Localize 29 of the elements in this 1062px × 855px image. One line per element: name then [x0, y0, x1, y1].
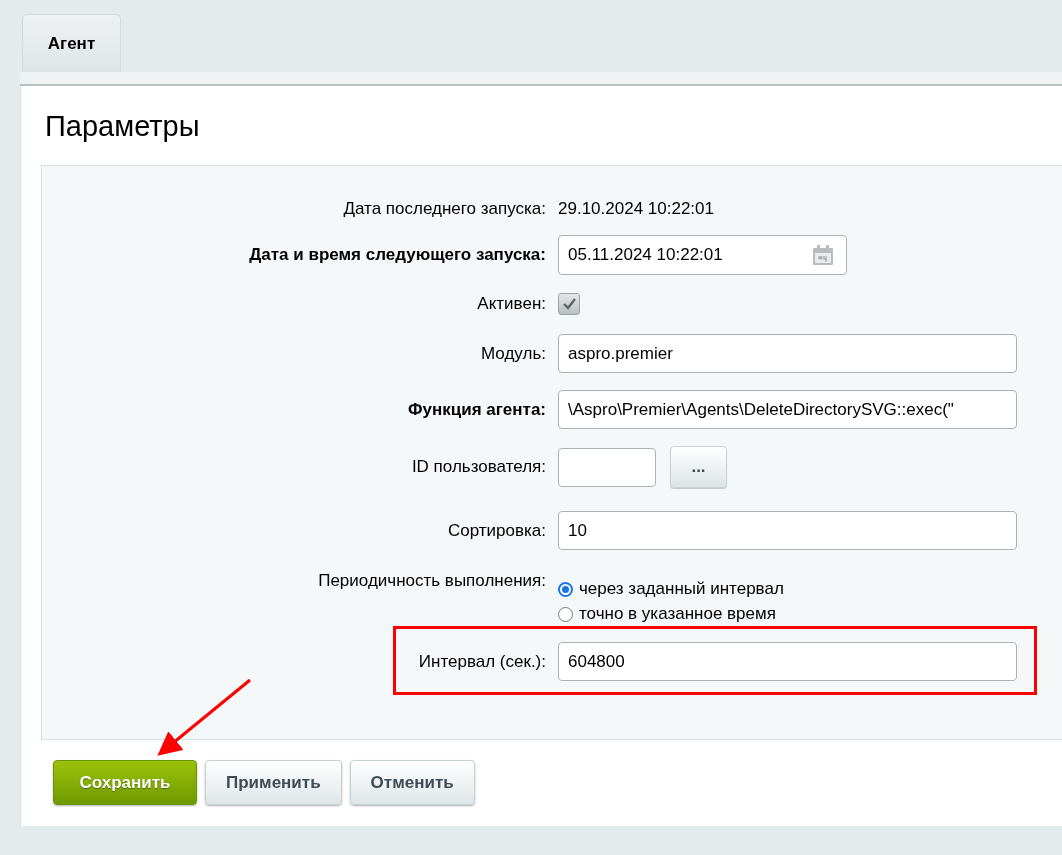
checkbox[interactable]	[558, 293, 580, 315]
field-label: ID пользователя:	[410, 457, 546, 477]
section-title: Параметры	[45, 109, 201, 144]
browse-button[interactable]: ...	[670, 446, 727, 488]
field-value: 29.10.2024 10:22:01	[558, 199, 715, 219]
field-label: Функция агента:	[407, 399, 546, 420]
field-label: Интервал (сек.):	[417, 651, 546, 672]
calendar-icon[interactable]	[812, 244, 834, 266]
action-button[interactable]: Отменить	[349, 760, 475, 805]
field-label: Активен:	[476, 294, 546, 314]
input-field[interactable]	[558, 447, 656, 487]
field-label: Дата последнего запуска:	[342, 199, 546, 219]
input-field[interactable]: \Aspro\Premier\Agents\DeleteDirectorySVG::exec("	[558, 390, 1017, 429]
field-label: Модуль:	[480, 343, 546, 364]
radio-button[interactable]	[558, 581, 573, 597]
radio-label[interactable]: через заданный интервал	[579, 579, 784, 599]
input-field[interactable]: aspro.premier	[558, 334, 1017, 373]
input-field[interactable]: 10	[558, 511, 1017, 550]
field-label: Сортировка:	[446, 520, 546, 541]
field-label: Периодичность выполнения:	[317, 570, 546, 591]
field-label: Дата и время следующего запуска:	[248, 245, 546, 265]
check-icon	[561, 297, 577, 311]
datetime-field[interactable]: 05.11.2024 10:22:01	[558, 235, 847, 275]
field-value: 05.11.2024 10:22:01	[568, 245, 723, 265]
input-field[interactable]: 604800	[558, 642, 1017, 681]
radio-label[interactable]: точно в указанное время	[579, 604, 776, 624]
tab[interactable]: Агент	[22, 14, 121, 72]
action-button[interactable]: Применить	[205, 760, 342, 805]
radio-button[interactable]	[558, 606, 573, 622]
